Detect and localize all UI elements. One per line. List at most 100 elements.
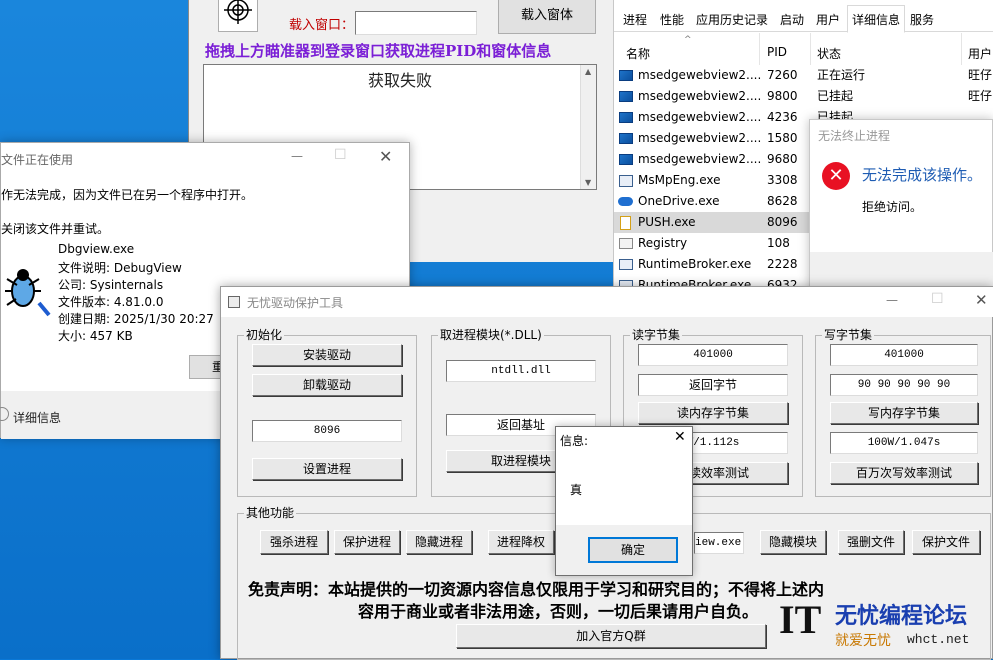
- info-dialog-title: 信息:: [560, 434, 589, 448]
- maximize-icon[interactable]: ☐: [334, 147, 347, 163]
- hide-module-button[interactable]: 隐藏模块: [760, 530, 826, 554]
- force-delete-button[interactable]: 强删文件: [838, 530, 904, 554]
- window-title: 无忧驱动保护工具: [247, 296, 344, 310]
- file-icon: [620, 216, 631, 230]
- error-icon: ✕: [822, 162, 850, 190]
- ok-button[interactable]: 确定: [588, 537, 678, 563]
- instruction-text: 拖拽上方瞄准器到登录窗口获取进程PID和窗体信息: [205, 42, 552, 60]
- file-dialog-line1: 作无法完成，因为文件已在另一个程序中打开。: [1, 188, 254, 202]
- file-dialog-title: 文件正在使用: [1, 153, 74, 167]
- write-memory-button[interactable]: 写内存字节集: [830, 402, 978, 424]
- write-bytes-input[interactable]: 90 90 90 90 90: [830, 374, 978, 396]
- minimize-icon[interactable]: —: [291, 149, 303, 163]
- tab-services[interactable]: 服务: [910, 11, 934, 28]
- details-toggle[interactable]: 详细信息: [13, 409, 61, 426]
- forum-watermark: IT 无忧编程论坛 就爱无忧 whct.net: [775, 596, 993, 659]
- load-window-label: 载入窗口：: [289, 18, 355, 33]
- minimize-icon[interactable]: —: [886, 293, 898, 307]
- column-user[interactable]: 用户: [968, 45, 992, 62]
- cloud-icon: [618, 197, 633, 206]
- file-created: 创建日期: 2025/1/30 20:27: [58, 312, 214, 326]
- maximize-icon[interactable]: ☐: [931, 291, 944, 307]
- tab-performance[interactable]: 性能: [660, 11, 684, 28]
- module-name-input[interactable]: iew.exe: [694, 532, 744, 554]
- task-manager-tabs: 进程 性能 应用历史记录 启动 用户 详细信息 服务: [614, 0, 993, 33]
- close-icon[interactable]: ✕: [379, 147, 392, 166]
- close-icon[interactable]: ✕: [674, 429, 686, 445]
- install-driver-button[interactable]: 安装驱动: [252, 344, 402, 366]
- error-detail: 拒绝访问。: [862, 200, 923, 214]
- read-address-input[interactable]: 401000: [638, 344, 788, 366]
- sort-up-icon: ^: [684, 35, 692, 45]
- column-headers: ^ 名称 PID 状态 用户: [614, 33, 993, 65]
- error-dialog: 无法终止进程 ✕ 无法完成该操作。 拒绝访问。: [809, 119, 993, 295]
- app-icon: [619, 70, 633, 81]
- app-window-icon: [619, 259, 633, 270]
- shield-icon: [619, 175, 633, 187]
- tab-startup[interactable]: 启动: [780, 11, 804, 28]
- write-perf-test-button[interactable]: 百万次写效率测试: [830, 462, 978, 484]
- tab-app-history[interactable]: 应用历史记录: [696, 11, 768, 28]
- protect-process-button[interactable]: 保护进程: [334, 530, 400, 554]
- result-scrollbar[interactable]: ▲ ▼: [580, 65, 596, 189]
- write-group-title: 写字节集: [822, 328, 875, 342]
- tab-users[interactable]: 用户: [816, 11, 840, 28]
- write-perf-field: 100W/1.047s: [830, 432, 978, 454]
- hide-process-button[interactable]: 隐藏进程: [406, 530, 472, 554]
- file-description: 文件说明: DebugView: [58, 261, 182, 275]
- app-icon: [619, 112, 633, 123]
- tab-processes[interactable]: 进程: [623, 11, 647, 28]
- force-kill-button[interactable]: 强杀进程: [260, 530, 328, 554]
- info-message: 真: [570, 483, 583, 497]
- set-process-button[interactable]: 设置进程: [252, 458, 402, 480]
- crosshair-target[interactable]: [218, 0, 258, 32]
- write-group: 写字节集 401000 90 90 90 90 90 写内存字节集 100W/1…: [815, 328, 991, 497]
- forum-name: 无忧编程论坛: [835, 604, 968, 629]
- read-bytes-output[interactable]: 返回字节: [638, 374, 788, 396]
- load-form-button[interactable]: 载入窗体: [498, 0, 596, 34]
- app-icon: [619, 91, 633, 102]
- forum-slogan: 就爱无忧: [835, 633, 891, 649]
- result-text: 获取失败: [367, 71, 432, 90]
- file-size: 大小: 457 KB: [58, 329, 133, 343]
- registry-icon: [619, 238, 633, 249]
- app-icon: [619, 133, 633, 144]
- dll-input[interactable]: ntdll.dll: [446, 360, 596, 382]
- column-name[interactable]: 名称: [626, 45, 650, 62]
- info-dialog: 信息: ✕ 真 确定: [555, 426, 693, 576]
- lower-privilege-button[interactable]: 进程降权: [488, 530, 554, 554]
- file-dialog-line2: 关闭该文件并重试。: [1, 222, 110, 236]
- list-item[interactable]: msedgewebview2.... 9800 已挂起 旺仔: [614, 86, 993, 107]
- debugview-spider-icon: [1, 261, 51, 321]
- forum-url: whct.net: [907, 632, 970, 647]
- close-icon[interactable]: ✕: [975, 291, 988, 309]
- read-memory-button[interactable]: 读内存字节集: [638, 402, 788, 424]
- info-title-bar: 信息: ✕: [556, 427, 692, 451]
- tab-details[interactable]: 详细信息: [847, 5, 906, 33]
- error-message: 无法完成该操作。: [862, 166, 983, 184]
- file-version: 文件版本: 4.81.0.0: [58, 295, 164, 309]
- read-group-title: 读字节集: [630, 328, 683, 342]
- module-group-title: 取进程模块(*.DLL): [438, 328, 544, 342]
- uninstall-driver-button[interactable]: 卸载驱动: [252, 374, 402, 396]
- init-group-title: 初始化: [244, 328, 285, 342]
- join-qq-group-button[interactable]: 加入官方Q群: [456, 624, 766, 648]
- list-item[interactable]: msedgewebview2.... 7260 正在运行 旺仔: [614, 65, 993, 86]
- column-status[interactable]: 状态: [817, 45, 841, 62]
- load-window-input[interactable]: [355, 11, 477, 35]
- logo-it: IT: [779, 597, 822, 642]
- protect-file-button[interactable]: 保护文件: [912, 530, 980, 554]
- error-dialog-title: 无法终止进程: [818, 129, 891, 143]
- disclaimer-line-2: 容用于商业或者非法用途，否则，一切后果请用户自负。: [358, 602, 759, 621]
- file-company: 公司: Sysinternals: [58, 278, 164, 292]
- write-address-input[interactable]: 401000: [830, 344, 978, 366]
- init-group: 初始化 安装驱动 卸载驱动 8096 设置进程: [237, 328, 417, 497]
- title-bar: 无忧驱动保护工具 — ☐ ✕: [221, 287, 993, 317]
- disclaimer-line-1: 免责声明：本站提供的一切资源内容信息仅限用于学习和研究目的；不得将上述内: [248, 580, 825, 599]
- column-pid[interactable]: PID: [767, 45, 787, 59]
- app-icon: [228, 296, 240, 308]
- pid-input[interactable]: 8096: [252, 420, 402, 442]
- app-icon: [619, 154, 633, 165]
- crosshair-icon: [224, 0, 252, 24]
- file-name: Dbgview.exe: [58, 242, 135, 256]
